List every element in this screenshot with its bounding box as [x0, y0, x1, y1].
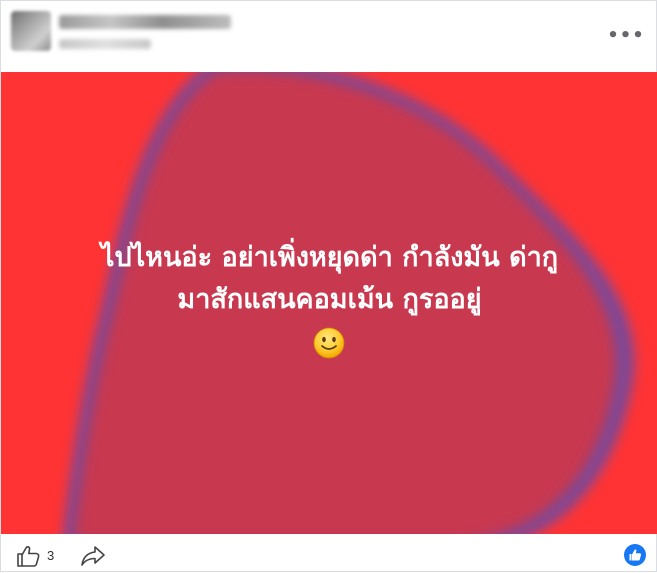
post-footer: 3 — [1, 534, 656, 573]
slightly-smiling-face-icon — [313, 327, 345, 359]
post-header: ••• — [1, 1, 656, 71]
post-card: ••• ไปไหนอ่ะ อย่าเพิ่งหยุดด่า กำลังมัน ด… — [0, 0, 657, 572]
post-text: ไปไหนอ่ะ อย่าเพิ่งหยุดด่า กำลังมัน ด่ากู… — [1, 237, 657, 363]
thumbs-up-reaction-icon[interactable] — [624, 544, 646, 566]
emoji-row — [1, 321, 657, 363]
thumbs-up-glyph-icon — [629, 549, 641, 561]
share-icon[interactable] — [79, 544, 107, 568]
more-options-button[interactable]: ••• — [607, 23, 644, 47]
author-name-blurred[interactable] — [59, 15, 231, 29]
more-options-icon: ••• — [607, 24, 645, 46]
post-text-line-2: มาสักแสนคอมเม้น กูรออยู่ — [177, 284, 482, 315]
like-count: 3 — [47, 548, 55, 563]
post-meta-blurred — [59, 39, 151, 49]
like-icon[interactable] — [15, 544, 41, 568]
post-text-line-1: ไปไหนอ่ะ อย่าเพิ่งหยุดด่า กำลังมัน ด่ากู — [100, 242, 559, 273]
post-background: ไปไหนอ่ะ อย่าเพิ่งหยุดด่า กำลังมัน ด่ากู… — [1, 72, 657, 534]
avatar[interactable] — [11, 11, 51, 51]
